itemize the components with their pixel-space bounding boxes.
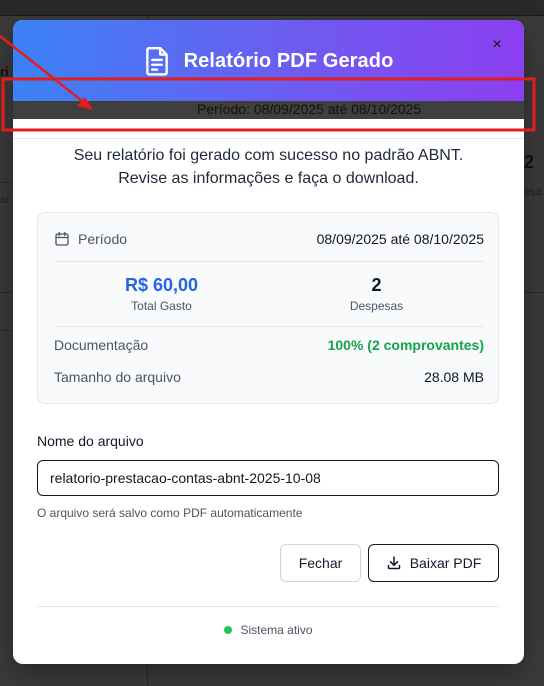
close-icon[interactable]: × [486,34,508,56]
card-divider [54,326,484,327]
documentation-row: Documentação 100% (2 comprovantes) [54,337,484,353]
card-divider [54,261,484,262]
background-fragment: esa [524,186,542,198]
total-spent-label: Total Gasto [131,299,192,313]
report-dialog: Relatório PDF Gerado × Período: 08/09/20… [13,20,524,664]
dialog-title-row: Relatório PDF Gerado [13,44,524,78]
success-message: Seu relatório foi gerado com sucesso no … [13,144,524,190]
filename-input[interactable] [37,460,499,496]
filename-label: Nome do arquivo [37,433,144,449]
dialog-header: Relatório PDF Gerado × [13,20,524,101]
period-value: 08/09/2025 até 08/10/2025 [316,231,484,247]
expense-count-stat: 2 Despesas [269,274,484,313]
background-row-divider [0,330,13,331]
dialog-title: Relatório PDF Gerado [183,49,394,72]
filename-hint: O arquivo será salvo como PDF automatica… [37,506,303,520]
calendar-icon [55,231,69,246]
background-row-divider [524,292,544,293]
close-button[interactable]: Fechar [280,544,361,582]
background-period-strip: Período: 08/09/2025 até 08/10/2025 [13,101,524,119]
period-row: Período 08/09/2025 até 08/10/2025 [54,231,484,247]
success-message-line: Seu relatório foi gerado com sucesso no … [73,147,464,164]
header-divider [13,138,524,139]
download-pdf-button[interactable]: Baixar PDF [368,544,499,582]
background-row-divider [0,292,13,293]
report-summary-card: Período 08/09/2025 até 08/10/2025 R$ 60,… [37,212,499,404]
expense-count-label: Despesas [349,299,404,313]
footer-divider [37,606,499,607]
documentation-value: 100% (2 comprovantes) [327,337,484,353]
system-status-text: Sistema ativo [240,623,313,637]
background-topbar [0,0,544,16]
file-size-label: Tamanho do arquivo [54,369,181,385]
total-spent-stat: R$ 60,00 Total Gasto [54,274,269,313]
period-label: Período [78,231,128,247]
file-size-value: 28.08 MB [424,369,484,385]
background-row-divider [0,182,13,183]
file-size-row: Tamanho do arquivo 28.08 MB [54,369,484,385]
download-icon [387,556,400,570]
system-status: Sistema ativo [13,623,524,637]
background-fragment: ar [0,194,10,206]
header-gap [13,119,524,129]
period-label-group: Período [54,231,127,247]
success-message-line: Revise as informações e faça o download. [118,170,419,187]
status-dot-icon [224,626,233,634]
background-fragment: 2 [524,152,535,172]
background-fragment: ri [0,64,9,79]
download-button-label: Baixar PDF [409,555,482,571]
documentation-label: Documentação [54,337,149,353]
expense-count-value: 2 [371,275,382,295]
document-icon [145,46,168,76]
close-button-label: Fechar [298,555,343,571]
total-spent-value: R$ 60,00 [124,275,199,295]
background-period-text: Período: 08/09/2025 até 08/10/2025 [197,101,422,117]
